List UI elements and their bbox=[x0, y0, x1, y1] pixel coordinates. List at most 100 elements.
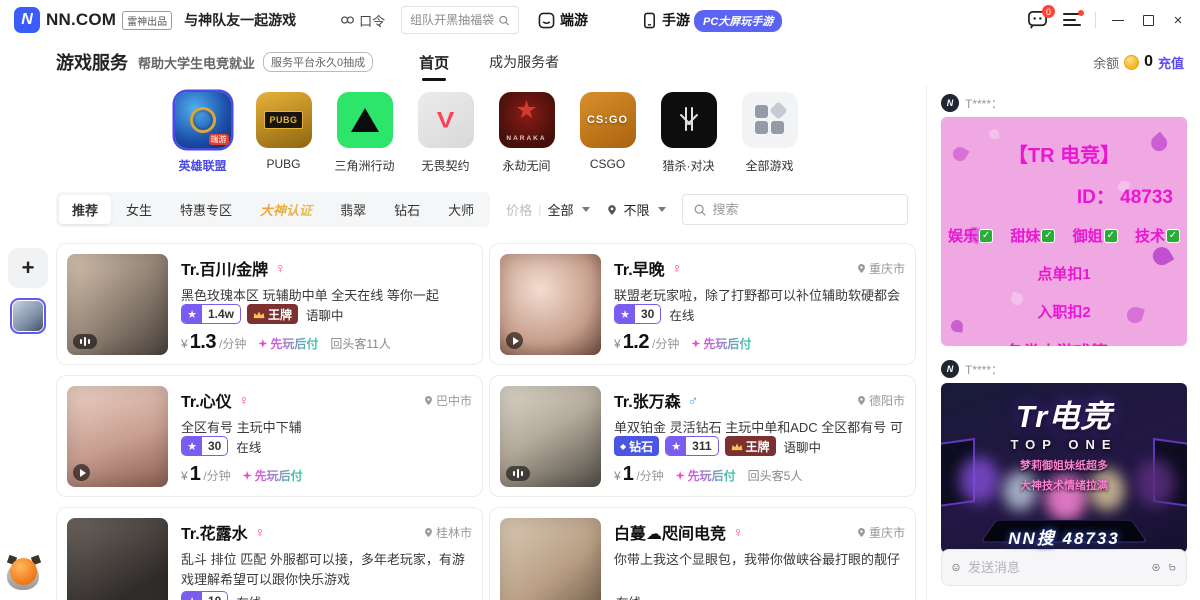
game-naraka[interactable]: NARAKA 永劫无间 bbox=[496, 92, 558, 174]
player-name[interactable]: Tr.心仪 bbox=[181, 388, 232, 412]
tab-become-provider[interactable]: 成为服务者 bbox=[489, 52, 559, 72]
play-icon[interactable] bbox=[73, 464, 90, 481]
player-card[interactable]: 白蔓☁咫间电竞 ♀ 重庆市 你带上我这个显眼包，我带你做峡谷最打眼的靓仔 ◆ ★… bbox=[489, 507, 916, 600]
player-avatar[interactable] bbox=[500, 518, 601, 600]
maximize-button[interactable] bbox=[1140, 12, 1156, 28]
nav-pc-games[interactable]: 端游 bbox=[538, 10, 588, 30]
player-avatar[interactable] bbox=[67, 518, 168, 600]
filter-tab-emerald[interactable]: 翡翠 bbox=[327, 195, 379, 224]
brand-logo-icon[interactable]: N bbox=[14, 7, 40, 33]
mini-profile-avatar[interactable] bbox=[10, 298, 46, 334]
region-filter[interactable]: 不限 bbox=[606, 200, 666, 219]
mascot-widget[interactable] bbox=[6, 556, 42, 592]
top-search-box[interactable] bbox=[401, 6, 519, 34]
game-csgo[interactable]: CS:GO CSGO bbox=[577, 92, 639, 174]
player-location: 桂林市 bbox=[423, 524, 472, 541]
player-name[interactable]: Tr.花露水 bbox=[181, 520, 248, 544]
location-pin-icon bbox=[856, 395, 867, 406]
add-attachment-icon[interactable] bbox=[1152, 559, 1160, 576]
pc-bigscreen-pill[interactable]: PC大屏玩手游 bbox=[694, 10, 782, 32]
pc-games-icon bbox=[538, 12, 555, 29]
zero-commission-badge: 服务平台永久0抽成 bbox=[263, 52, 373, 72]
location-pin-icon bbox=[606, 204, 618, 216]
add-button[interactable]: + bbox=[8, 248, 48, 288]
player-card[interactable]: Tr.张万森 ♂ 德阳市 单双铂金 灵活钻石 主玩中单和ADC 全区都有号 可补… bbox=[489, 375, 916, 497]
filter-tab-recommended[interactable]: 推荐 bbox=[59, 195, 111, 224]
balance-area: 余额 0 充值 bbox=[1093, 53, 1184, 72]
status-text: 在线 bbox=[236, 437, 261, 456]
game-lol[interactable]: 端游 英雄联盟 bbox=[172, 92, 234, 174]
emoji-icon[interactable] bbox=[952, 559, 960, 576]
check-icon: ✓ bbox=[979, 229, 993, 243]
nav-mobile-games[interactable]: 手游 bbox=[642, 10, 690, 30]
game-valorant[interactable]: V 无畏契约 bbox=[415, 92, 477, 174]
list-search-input[interactable] bbox=[713, 202, 883, 217]
minimize-button[interactable] bbox=[1110, 12, 1126, 28]
star-badge: ★10 bbox=[181, 591, 228, 600]
chat-message-input[interactable] bbox=[968, 560, 1144, 575]
brand-name[interactable]: NN.COM bbox=[46, 10, 116, 30]
location-pin-icon bbox=[423, 527, 434, 538]
game-pubg[interactable]: PUBG PUBG bbox=[253, 92, 315, 174]
price-row: ¥1/分钟 先玩后付 bbox=[181, 463, 472, 486]
list-search-box[interactable] bbox=[682, 194, 908, 225]
game-hunt-showdown[interactable]: 猎杀·对决 bbox=[658, 92, 720, 174]
menu-button[interactable] bbox=[1063, 13, 1081, 27]
tab-home[interactable]: 首页 bbox=[419, 52, 449, 73]
price-filter[interactable]: 价格 | 全部 bbox=[506, 200, 589, 219]
valorant-icon: V bbox=[418, 92, 474, 148]
player-card[interactable]: Tr.花露水 ♀ 桂林市 乱斗 排位 匹配 外服都可以接，多年老玩家，有游戏理解… bbox=[56, 507, 483, 600]
player-name[interactable]: Tr.早晚 bbox=[614, 256, 665, 280]
player-name[interactable]: Tr.百川/金牌 bbox=[181, 256, 268, 280]
promo-image-tr-top-one[interactable]: Tr电竞 TOP ONE 梦莉御姐妹纸超多 大神技术情绪拉满 NN搜 48733 bbox=[941, 383, 1187, 553]
check-icon: ✓ bbox=[1041, 229, 1055, 243]
status-text: 在线 bbox=[236, 592, 261, 600]
chat-sender: T****： bbox=[965, 95, 1003, 112]
player-name[interactable]: 白蔓☁咫间电竞 bbox=[614, 520, 726, 544]
sparkle-icon bbox=[243, 471, 252, 480]
player-desc: 黑色玫瑰本区 玩辅助中单 全天在线 等你一起 bbox=[181, 286, 472, 304]
chat-input-bar[interactable] bbox=[941, 549, 1187, 586]
screenshot-icon[interactable] bbox=[1168, 559, 1176, 576]
game-selector: 端游 英雄联盟 PUBG PUBG 三角洲行动 V 无畏契约 NARAKA 永劫… bbox=[56, 92, 916, 174]
female-icon: ♀ bbox=[239, 392, 250, 408]
filter-tab-master[interactable]: 大师 bbox=[435, 195, 487, 224]
game-delta-force[interactable]: 三角洲行动 bbox=[334, 92, 396, 174]
repeat-customers: 回头客5人 bbox=[748, 467, 803, 484]
player-avatar[interactable] bbox=[67, 254, 168, 355]
crown-icon bbox=[253, 310, 265, 319]
player-avatar[interactable] bbox=[67, 386, 168, 487]
player-avatar[interactable] bbox=[500, 386, 601, 487]
play-icon[interactable] bbox=[506, 332, 523, 349]
filter-tab-certified[interactable]: 大神认证 bbox=[247, 195, 325, 224]
chat-avatar[interactable]: N bbox=[941, 360, 959, 378]
player-card[interactable]: Tr.早晚 ♀ 重庆市 联盟老玩家啦，除了打野都可以补位辅助软硬都会~脾气好话多… bbox=[489, 243, 916, 365]
chat-avatar[interactable]: N bbox=[941, 94, 959, 112]
player-card[interactable]: Tr.百川/金牌 ♀ 黑色玫瑰本区 玩辅助中单 全天在线 等你一起 ◆ ★1.4… bbox=[56, 243, 483, 365]
messages-button[interactable]: 0 bbox=[1027, 9, 1049, 31]
badge-row: ◆ ★ 在线 bbox=[614, 591, 905, 600]
crown-icon bbox=[731, 442, 743, 451]
chevron-down-icon bbox=[658, 207, 666, 212]
close-button[interactable]: × bbox=[1170, 12, 1186, 28]
ace-badge: 王牌 bbox=[725, 436, 776, 456]
balance-value: 0 bbox=[1144, 53, 1153, 71]
promo-image-tr-esports[interactable]: 【TR 电竞】 ID： 48733 娱乐✓ 甜妹✓ 御姐✓ 技术✓ 点单扣1 入… bbox=[941, 117, 1187, 346]
team-code-button[interactable]: 口令 bbox=[340, 11, 385, 30]
player-avatar[interactable] bbox=[500, 254, 601, 355]
top-search-input[interactable] bbox=[410, 13, 494, 27]
game-all[interactable]: 全部游戏 bbox=[739, 92, 801, 174]
price-row: ¥1.2/分钟 先玩后付 bbox=[614, 331, 905, 354]
player-name[interactable]: Tr.张万森 bbox=[614, 388, 681, 412]
app-window: N NN.COM 雷神出品 与神队友一起游戏 口令 端游 手游 PC大屏玩手游 … bbox=[0, 0, 1200, 600]
filter-tab-girls[interactable]: 女生 bbox=[113, 195, 165, 224]
filter-tab-deals[interactable]: 特惠专区 bbox=[167, 195, 245, 224]
sparkle-icon bbox=[676, 471, 685, 480]
plus-icon: + bbox=[22, 257, 35, 279]
player-card[interactable]: Tr.心仪 ♀ 巴中市 全区有号 主玩中下辅 ◆ ★30 在线 ¥1/分钟 bbox=[56, 375, 483, 497]
page-title: 游戏服务 bbox=[56, 49, 128, 75]
sparkle-icon bbox=[691, 339, 700, 348]
page-subtitle: 帮助大学生电竞就业 bbox=[138, 53, 255, 72]
recharge-link[interactable]: 充值 bbox=[1158, 53, 1184, 72]
filter-tab-diamond[interactable]: 钻石 bbox=[381, 195, 433, 224]
